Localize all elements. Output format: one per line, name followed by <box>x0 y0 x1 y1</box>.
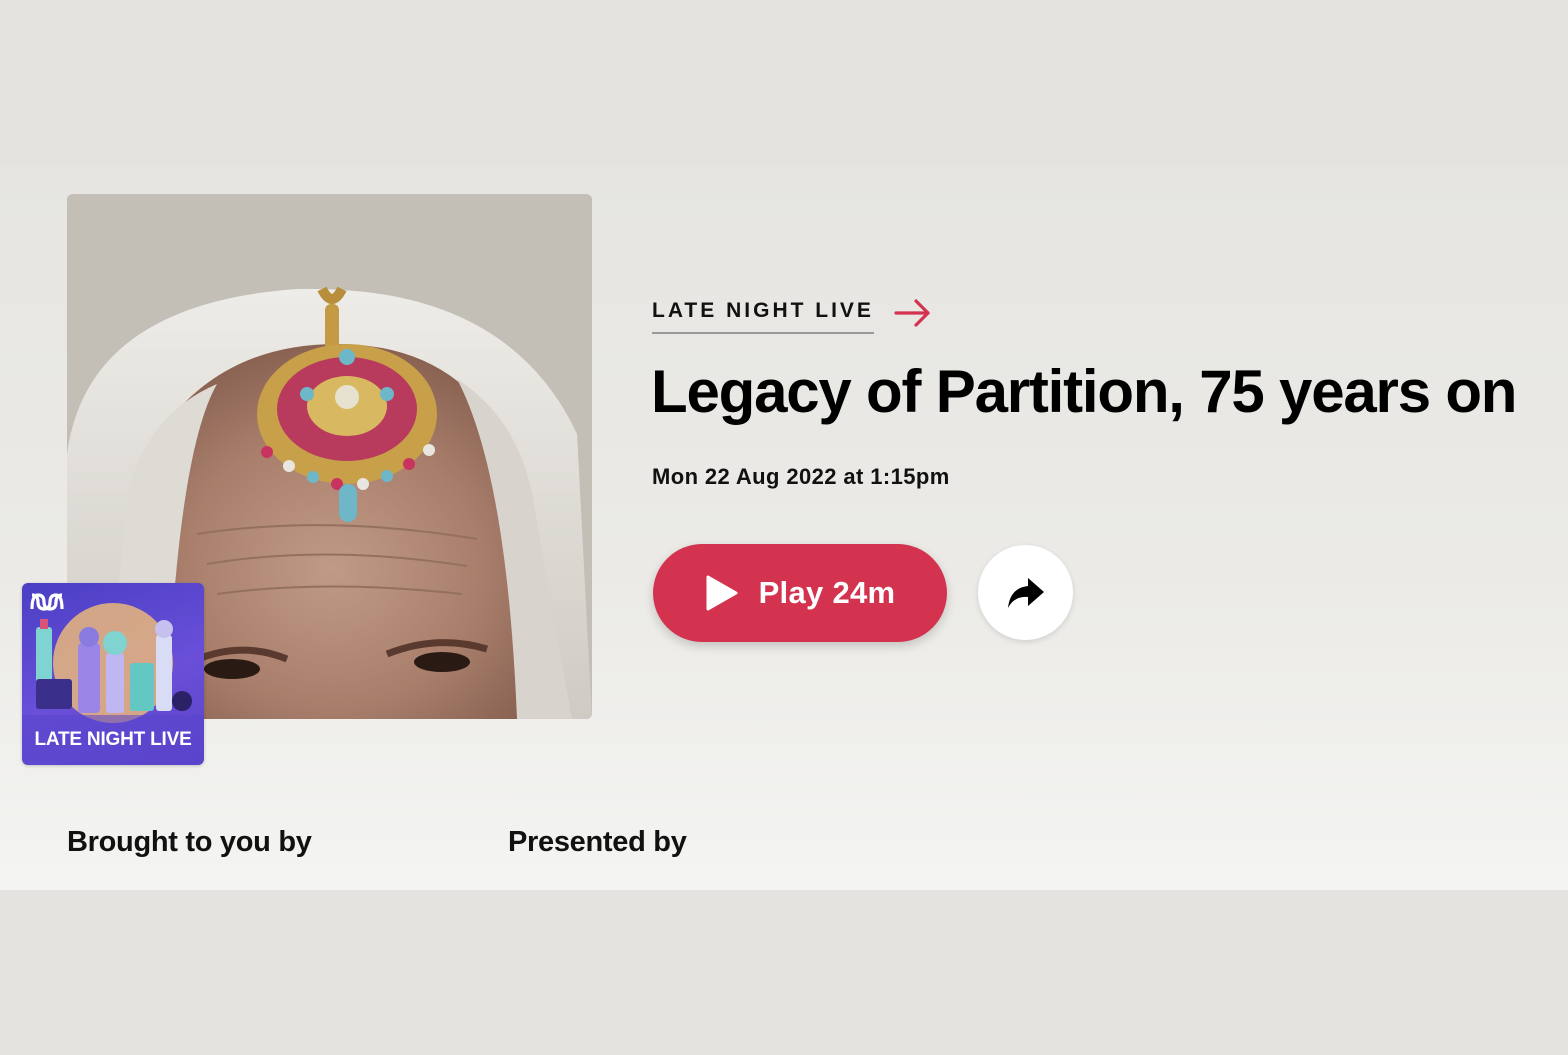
program-link[interactable]: LATE NIGHT LIVE <box>652 298 932 334</box>
abc-logo-icon <box>30 593 64 611</box>
brought-to-you-by-heading: Brought to you by <box>67 826 312 858</box>
episode-title: Legacy of Partition, 75 years on <box>651 358 1517 425</box>
broadcast-date: Mon 22 Aug 2022 at 1:15pm <box>652 464 950 489</box>
share-icon <box>1007 577 1044 608</box>
program-thumbnail[interactable]: LATE NIGHT LIVE <box>22 583 204 765</box>
play-button[interactable]: Play 24m <box>653 544 947 642</box>
arrow-right-icon <box>894 299 930 327</box>
play-icon <box>706 575 738 611</box>
program-link-label: LATE NIGHT LIVE <box>652 298 874 334</box>
program-thumbnail-title: LATE NIGHT LIVE <box>34 729 192 750</box>
share-button[interactable] <box>978 545 1073 640</box>
presented-by-heading: Presented by <box>508 826 687 858</box>
play-button-label: Play 24m <box>758 575 896 610</box>
